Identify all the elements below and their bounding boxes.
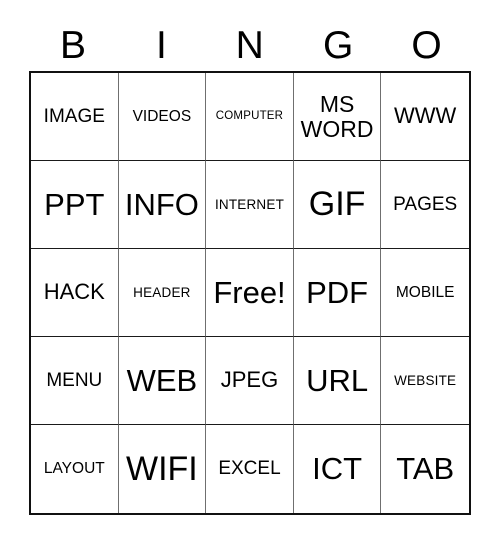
bingo-cell-label: MENU: [46, 369, 103, 391]
bingo-cell-label: HEADER: [133, 284, 191, 300]
bingo-header-letter-n: N: [235, 24, 265, 67]
bingo-free-space[interactable]: Free!: [206, 249, 294, 337]
bingo-cell-label: ICT: [312, 451, 363, 487]
bingo-cell[interactable]: LAYOUT: [31, 425, 119, 513]
bingo-cell-label: Free!: [213, 274, 286, 310]
bingo-header-letter-i: I: [155, 24, 168, 67]
bingo-cell-label: MS WORD: [300, 91, 374, 142]
bingo-cell-label: PPT: [44, 186, 105, 222]
bingo-header-letter-g: G: [323, 24, 354, 67]
bingo-cell-label: PAGES: [393, 193, 458, 215]
bingo-card: B I N G O IMAGE VIDEOS COMPUTER MS WORD WWW PPT IN…: [0, 0, 500, 544]
bingo-cell[interactable]: ICT: [293, 425, 382, 513]
bingo-cell[interactable]: GIF: [293, 161, 382, 249]
bingo-cell-label: HACK: [43, 279, 105, 305]
bingo-cell-label: WEBSITE: [394, 372, 457, 388]
bingo-cell-label: INTERNET: [214, 196, 285, 212]
bingo-cell[interactable]: WIFI: [118, 425, 207, 513]
bingo-cell[interactable]: JPEG: [206, 337, 294, 425]
bingo-cell[interactable]: PDF: [293, 249, 382, 337]
bingo-cell[interactable]: INTERNET: [206, 161, 294, 249]
bingo-cell-label: JPEG: [220, 367, 279, 393]
bingo-cell-label: WIFI: [126, 449, 198, 488]
bingo-cell[interactable]: MENU: [31, 337, 119, 425]
bingo-cell-label: URL: [306, 362, 369, 398]
bingo-header: BINGO: [29, 20, 471, 71]
bingo-cell-label: WWW: [394, 103, 457, 129]
bingo-cell-label: IMAGE: [43, 105, 105, 127]
bingo-cell-label: TAB: [396, 451, 455, 487]
bingo-cell[interactable]: EXCEL: [206, 425, 294, 513]
bingo-cell-label: PDF: [306, 274, 369, 310]
bingo-cell[interactable]: MS WORD: [293, 73, 382, 161]
bingo-cell[interactable]: COMPUTER: [206, 73, 294, 161]
bingo-cell[interactable]: WWW: [381, 73, 469, 161]
bingo-cell[interactable]: VIDEOS: [118, 73, 207, 161]
bingo-cell[interactable]: MOBILE: [381, 249, 469, 337]
bingo-grid: IMAGE VIDEOS COMPUTER MS WORD WWW PPT INFO INTE…: [29, 71, 471, 515]
bingo-header-letter-o: O: [411, 24, 443, 67]
bingo-cell[interactable]: INFO: [118, 161, 207, 249]
bingo-cell-label: MOBILE: [395, 283, 455, 301]
bingo-cell[interactable]: PPT: [31, 161, 119, 249]
bingo-cell[interactable]: IMAGE: [31, 73, 119, 161]
bingo-cell[interactable]: WEB: [118, 337, 207, 425]
bingo-cell-label: INFO: [124, 186, 199, 222]
bingo-cell-label: EXCEL: [218, 458, 281, 480]
bingo-cell[interactable]: HEADER: [118, 249, 207, 337]
bingo-cell[interactable]: WEBSITE: [381, 337, 469, 425]
bingo-cell-label: VIDEOS: [132, 107, 192, 125]
bingo-cell[interactable]: PAGES: [381, 161, 469, 249]
bingo-header-letter-b: B: [59, 24, 87, 67]
bingo-cell[interactable]: URL: [293, 337, 382, 425]
bingo-cell-label: COMPUTER: [215, 109, 284, 122]
bingo-cell-label: LAYOUT: [43, 460, 105, 478]
bingo-cell[interactable]: HACK: [31, 249, 119, 337]
bingo-cell[interactable]: TAB: [381, 425, 469, 513]
bingo-cell-label: GIF: [308, 185, 366, 224]
bingo-cell-label: WEB: [126, 362, 198, 398]
